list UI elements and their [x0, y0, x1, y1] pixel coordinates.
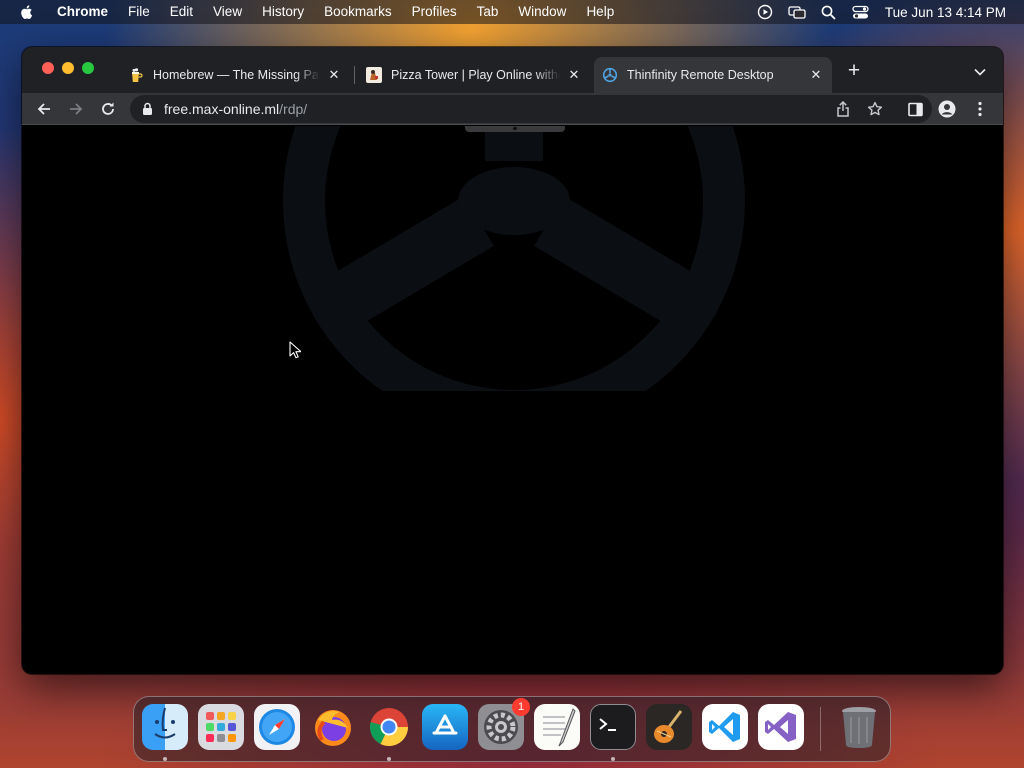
url-host: free.max-online.ml: [164, 101, 280, 117]
visual-studio-icon[interactable]: [758, 704, 804, 750]
tab-pizza-tower[interactable]: Pizza Tower | Play Online without Downlo…: [358, 57, 590, 93]
menu-list: Chrome File Edit View History Bookmarks …: [51, 0, 624, 24]
profile-icon[interactable]: [936, 98, 958, 120]
menu-app-name[interactable]: Chrome: [51, 0, 118, 24]
running-indicator: [387, 757, 391, 761]
trash-icon[interactable]: [836, 704, 882, 750]
status-area: Tue Jun 13 4:14 PM: [749, 0, 1024, 24]
thinfinity-icon: [602, 67, 618, 83]
tab-title: Pizza Tower | Play Online without Downlo…: [391, 68, 560, 82]
window-controls: [42, 62, 94, 74]
running-indicator: [163, 757, 167, 761]
lock-icon[interactable]: [142, 102, 154, 116]
tab-title: Thinfinity Remote Desktop: [627, 68, 774, 82]
menu-tab[interactable]: Tab: [467, 0, 509, 24]
dock-separator: [820, 707, 821, 751]
firefox-icon[interactable]: [310, 704, 356, 750]
textedit-icon[interactable]: [534, 704, 580, 750]
url-path: /rdp/: [279, 101, 308, 117]
thinfinity-watermark-icon: [283, 126, 745, 391]
chrome-icon[interactable]: [366, 704, 412, 750]
menu-bar: Chrome File Edit View History Bookmarks …: [0, 0, 1024, 24]
tab-thinfinity[interactable]: Thinfinity Remote Desktop ✕: [594, 57, 832, 93]
menu-bar-clock[interactable]: Tue Jun 13 4:14 PM: [885, 5, 1006, 20]
remote-desktop-viewport[interactable]: [22, 126, 1003, 674]
bookmark-star-icon[interactable]: [865, 99, 885, 119]
window-zoom-button[interactable]: [82, 62, 94, 74]
launchpad-icon[interactable]: [198, 704, 244, 750]
menu-file[interactable]: File: [118, 0, 160, 24]
tab-homebrew[interactable]: Homebrew — The Missing Package Manager ✕: [120, 57, 350, 93]
finder-icon[interactable]: [142, 704, 188, 750]
mouse-cursor-icon: [289, 341, 301, 359]
safari-icon[interactable]: [254, 704, 300, 750]
browser-toolbar: free.max-online.ml/rdp/: [22, 93, 1003, 125]
tab-close-icon[interactable]: ✕: [326, 67, 342, 83]
window-minimize-button[interactable]: [62, 62, 74, 74]
side-panel-icon[interactable]: [904, 98, 926, 120]
terminal-icon[interactable]: [590, 704, 636, 750]
remote-toolbar-drawer-handle[interactable]: [465, 126, 565, 132]
screen-recording-icon[interactable]: [756, 3, 774, 21]
pizza-tower-icon: [366, 67, 382, 83]
menu-bookmarks[interactable]: Bookmarks: [314, 0, 402, 24]
back-arrow-icon[interactable]: [33, 98, 55, 120]
more-menu-icon[interactable]: [969, 98, 991, 120]
notification-badge: 1: [512, 698, 530, 716]
app-store-icon[interactable]: [422, 704, 468, 750]
tab-title: Homebrew — The Missing Package Manager: [153, 68, 320, 82]
tab-strip: Homebrew — The Missing Package Manager ✕…: [22, 47, 1003, 93]
window-close-button[interactable]: [42, 62, 54, 74]
reload-icon[interactable]: [97, 98, 119, 120]
new-tab-button[interactable]: +: [844, 60, 864, 82]
menu-edit[interactable]: Edit: [160, 0, 203, 24]
forward-arrow-icon[interactable]: [65, 98, 87, 120]
menu-profiles[interactable]: Profiles: [402, 0, 467, 24]
menu-view[interactable]: View: [203, 0, 252, 24]
homebrew-beer-icon: [128, 67, 144, 83]
menu-history[interactable]: History: [252, 0, 314, 24]
share-icon[interactable]: [833, 99, 853, 119]
dock: 1: [133, 696, 891, 762]
menu-help[interactable]: Help: [576, 0, 624, 24]
menu-window[interactable]: Window: [508, 0, 576, 24]
tab-search-chevron-icon[interactable]: [971, 63, 989, 81]
garageband-icon[interactable]: [646, 704, 692, 750]
tab-close-icon[interactable]: ✕: [566, 67, 582, 83]
running-indicator: [611, 757, 615, 761]
system-preferences-icon[interactable]: 1: [478, 698, 530, 750]
vscode-icon[interactable]: [702, 704, 748, 750]
browser-window: Homebrew — The Missing Package Manager ✕…: [22, 47, 1003, 674]
screen-mirroring-icon[interactable]: [788, 3, 806, 21]
tab-close-icon[interactable]: ✕: [808, 67, 824, 83]
address-bar[interactable]: free.max-online.ml/rdp/: [130, 95, 932, 123]
apple-logo-icon[interactable]: [19, 4, 33, 20]
control-center-icon[interactable]: [852, 3, 870, 21]
spotlight-search-icon[interactable]: [820, 3, 838, 21]
tab-separator: [354, 66, 355, 84]
